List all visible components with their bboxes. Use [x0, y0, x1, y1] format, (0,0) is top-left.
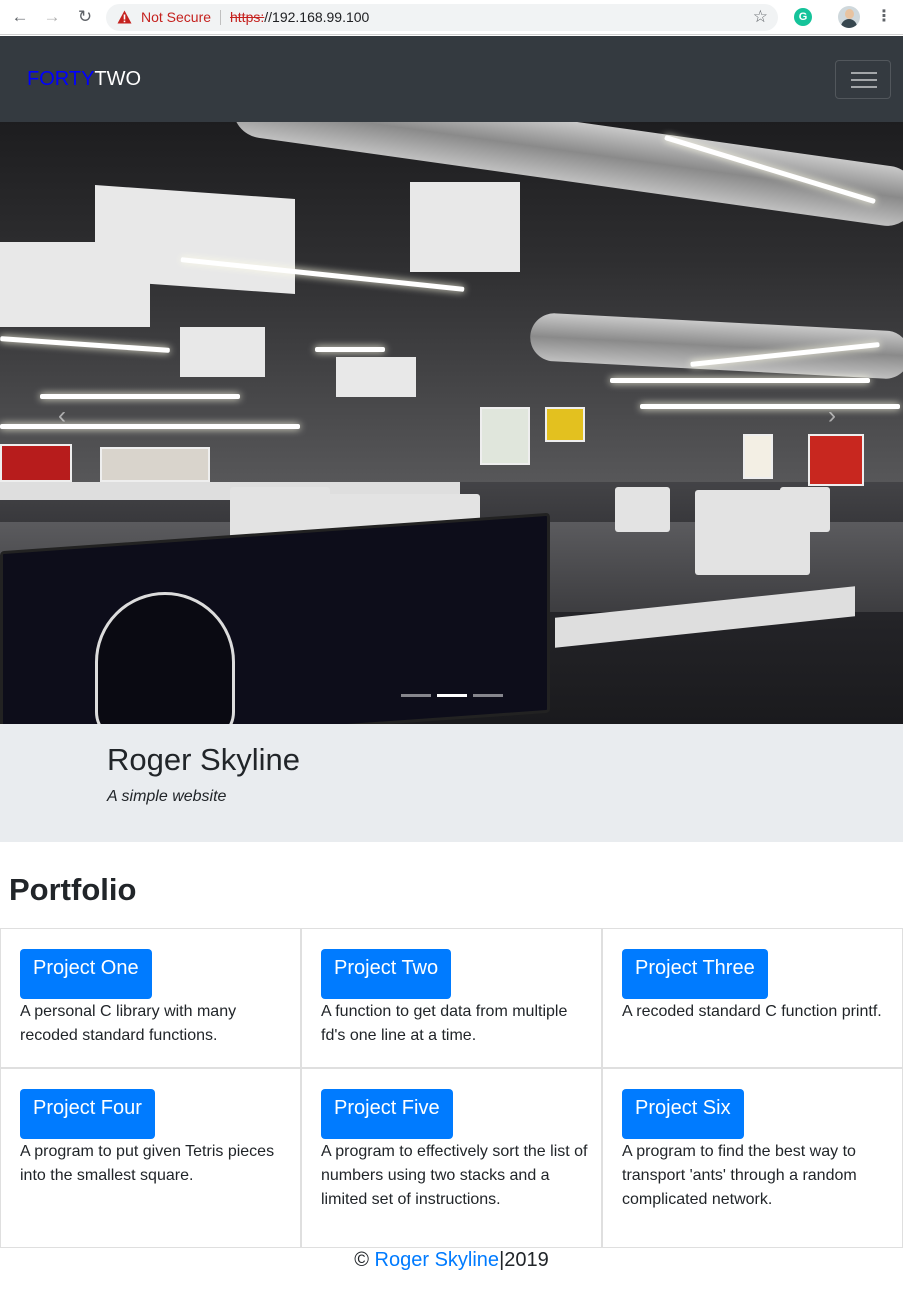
- carousel-photo-artwork: [808, 434, 864, 486]
- project-card: Project One A personal C library with ma…: [0, 928, 301, 1068]
- carousel-photo-artwork: [743, 434, 773, 479]
- footer-year: |2019: [499, 1249, 549, 1271]
- warning-icon: [117, 10, 132, 24]
- carousel-indicator-2[interactable]: [437, 694, 467, 697]
- carousel-photo-artwork: [480, 407, 530, 465]
- carousel-photo-laptop-screen: [0, 512, 550, 724]
- project-card: Project Five A program to effectively so…: [301, 1068, 602, 1248]
- portfolio-grid: Project One A personal C library with ma…: [0, 928, 903, 1248]
- carousel-photo-panel: [0, 242, 150, 327]
- carousel-photo-light: [610, 378, 870, 383]
- carousel-photo-artwork: [545, 407, 585, 442]
- carousel-photo-light: [40, 394, 240, 399]
- browser-toolbar: ← → ↻ Not Secure https://192.168.99.100 …: [0, 0, 903, 35]
- project-card: Project Two A function to get data from …: [301, 928, 602, 1068]
- hamburger-icon-line: [851, 86, 877, 88]
- site-subtitle: A simple website: [107, 788, 227, 805]
- hamburger-icon-line: [851, 79, 877, 81]
- carousel-prev-icon[interactable]: ‹: [58, 402, 66, 430]
- carousel-photo-light: [0, 424, 300, 429]
- project-card: Project Three A recoded standard C funct…: [602, 928, 903, 1068]
- profile-avatar[interactable]: [838, 6, 860, 28]
- carousel-photo-monitor: [780, 487, 830, 532]
- carousel-photo-panel: [336, 357, 416, 397]
- image-carousel: ‹ ›: [0, 122, 903, 724]
- url-text[interactable]: https://192.168.99.100: [230, 9, 369, 25]
- carousel-photo-light: [315, 347, 385, 352]
- avatar-head: [845, 9, 854, 19]
- project-description: A recoded standard C function printf.: [622, 1003, 882, 1020]
- carousel-photo-artwork: [0, 444, 72, 482]
- project-one-button[interactable]: Project One: [20, 949, 152, 999]
- project-five-button[interactable]: Project Five: [321, 1089, 453, 1139]
- brand-part-forty: FORTY: [27, 68, 95, 90]
- jumbotron: Roger Skyline A simple website: [0, 724, 903, 842]
- forward-icon[interactable]: →: [42, 7, 62, 27]
- carousel-photo-panel: [180, 327, 265, 377]
- url-scheme: https:: [230, 9, 265, 25]
- carousel-photo-artwork: [100, 447, 210, 482]
- browser-menu-icon[interactable]: ⋮: [876, 7, 892, 27]
- project-four-button[interactable]: Project Four: [20, 1089, 155, 1139]
- project-description: A program to find the best way to transp…: [622, 1143, 857, 1208]
- hamburger-icon-line: [851, 72, 877, 74]
- footer-site-link[interactable]: Roger Skyline: [375, 1249, 500, 1271]
- copyright-symbol: ©: [354, 1249, 369, 1271]
- project-three-button[interactable]: Project Three: [622, 949, 768, 999]
- address-bar[interactable]: Not Secure https://192.168.99.100 ☆: [106, 4, 778, 31]
- project-description: A program to put given Tetris pieces int…: [20, 1143, 275, 1184]
- bookmark-star-icon[interactable]: ☆: [753, 7, 768, 27]
- brand-part-two: TWO: [94, 68, 142, 90]
- portfolio-heading: Portfolio: [9, 872, 137, 907]
- navbar-toggler-button[interactable]: [835, 60, 891, 99]
- back-icon[interactable]: ←: [10, 7, 30, 27]
- project-description: A personal C library with many recoded s…: [20, 1003, 237, 1044]
- project-description: A program to effectively sort the list o…: [321, 1143, 588, 1208]
- site-footer: © Roger Skyline|2019: [0, 1248, 903, 1278]
- avatar-body: [841, 19, 857, 28]
- carousel-photo-monitor: [615, 487, 670, 532]
- brand-logo[interactable]: FORTYTWO: [27, 68, 141, 90]
- carousel-photo-panel: [410, 182, 520, 272]
- project-description: A function to get data from multiple fd'…: [321, 1003, 568, 1044]
- carousel-next-icon[interactable]: ›: [828, 402, 836, 430]
- site-navbar: FORTYTWO: [0, 36, 903, 122]
- carousel-photo-vader-wallpaper: [95, 592, 235, 724]
- project-two-button[interactable]: Project Two: [321, 949, 452, 999]
- carousel-indicators: [401, 694, 511, 698]
- security-status-label[interactable]: Not Secure: [141, 9, 211, 25]
- url-host: //192.168.99.100: [264, 9, 370, 25]
- carousel-photo-light: [640, 404, 900, 409]
- carousel-indicator-3[interactable]: [473, 694, 503, 697]
- project-six-button[interactable]: Project Six: [622, 1089, 744, 1139]
- reload-icon[interactable]: ↻: [75, 7, 95, 27]
- project-card: Project Four A program to put given Tetr…: [0, 1068, 301, 1248]
- carousel-indicator-1[interactable]: [401, 694, 431, 697]
- site-title: Roger Skyline: [107, 742, 300, 777]
- project-card: Project Six A program to find the best w…: [602, 1068, 903, 1248]
- omnibox-divider: [220, 10, 221, 25]
- grammarly-extension-icon[interactable]: G: [794, 8, 812, 26]
